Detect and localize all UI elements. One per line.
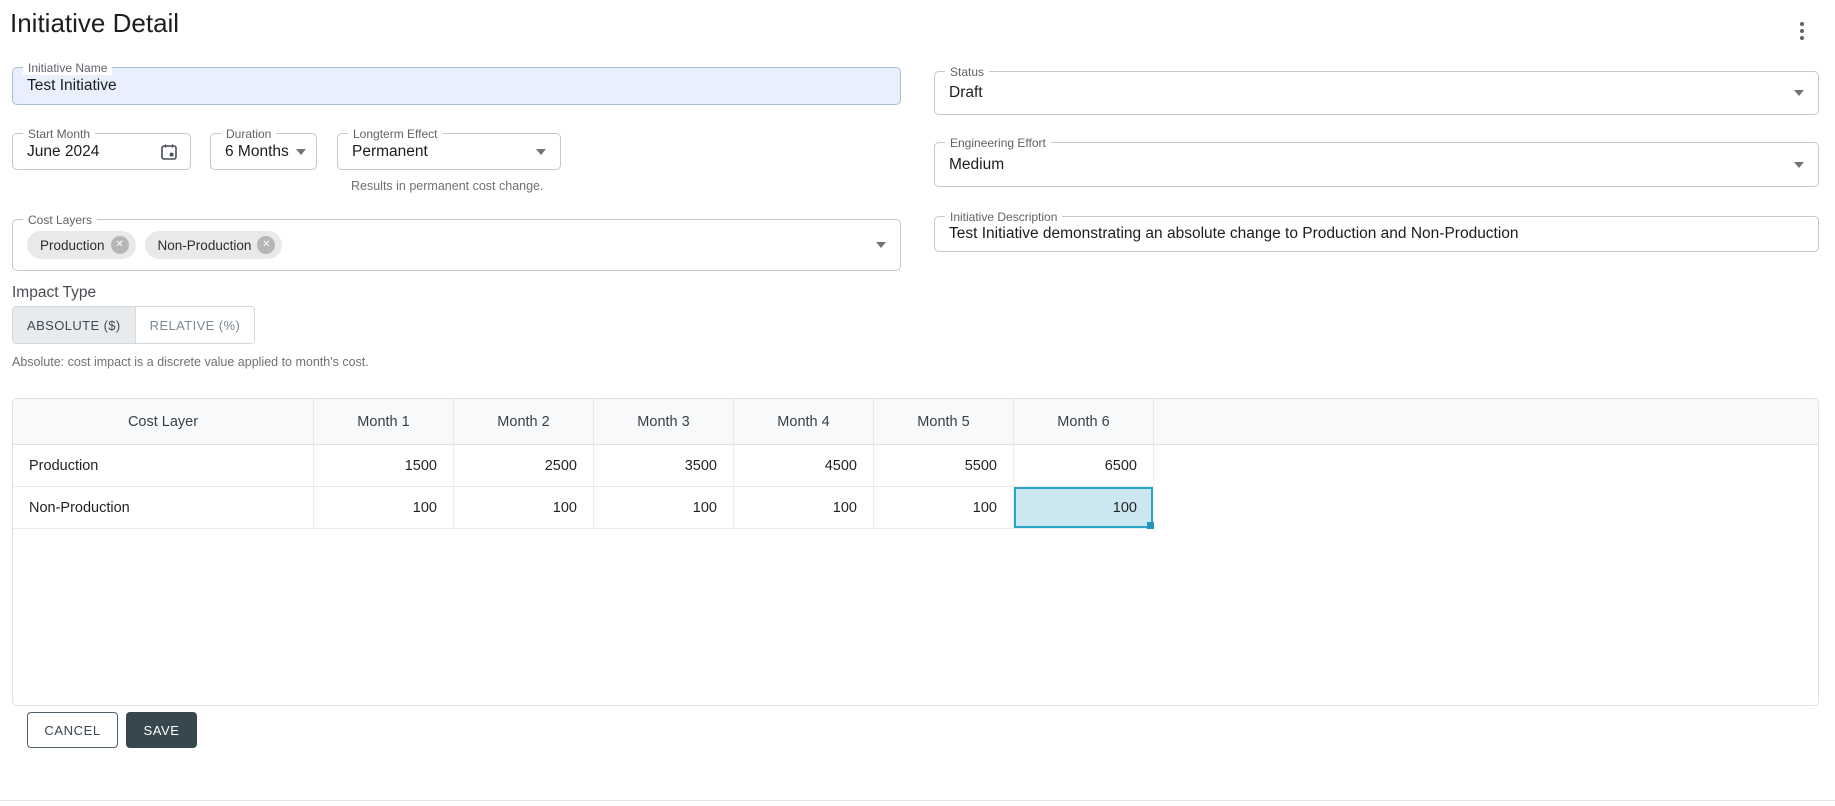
start-month-field[interactable]: Start Month June 2024 <box>12 127 191 170</box>
row-filler <box>1154 445 1818 487</box>
chip-production: Production ✕ <box>27 231 136 259</box>
impact-type-label: Impact Type <box>12 284 97 301</box>
chip-non-production-label: Non-Production <box>157 237 252 253</box>
cell-non-production-month-2[interactable]: 100 <box>454 487 594 529</box>
row-filler <box>1154 487 1818 529</box>
longterm-effect-value: Permanent <box>352 142 428 160</box>
cell-non-production-month-3[interactable]: 100 <box>594 487 734 529</box>
engineering-effort-value: Medium <box>949 155 1005 173</box>
chevron-down-icon <box>1794 90 1804 96</box>
longterm-effect-helper-text: Results in permanent cost change. <box>351 179 544 193</box>
impact-type-helper-text: Absolute: cost impact is a discrete valu… <box>12 355 369 369</box>
status-select[interactable]: Status Draft <box>934 65 1819 115</box>
column-header-filler <box>1154 399 1818 444</box>
cell-production-month-2[interactable]: 2500 <box>454 445 594 487</box>
cell-non-production-month-1[interactable]: 100 <box>314 487 454 529</box>
more-options-button[interactable] <box>1788 16 1816 46</box>
cell-non-production-month-4[interactable]: 100 <box>734 487 874 529</box>
chip-remove-icon[interactable]: ✕ <box>110 236 129 254</box>
calendar-icon[interactable] <box>159 142 179 167</box>
cell-non-production-month-5[interactable]: 100 <box>874 487 1014 529</box>
initiative-description-input[interactable] <box>935 217 1818 251</box>
table-row-production: Production 1500 2500 3500 4500 5500 6500 <box>13 445 1818 487</box>
cost-layers-multiselect[interactable]: Cost Layers Production ✕ Non-Production … <box>12 213 901 271</box>
column-header-cost-layer: Cost Layer <box>13 399 314 444</box>
cancel-button[interactable]: CANCEL <box>27 712 118 748</box>
engineering-effort-select[interactable]: Engineering Effort Medium <box>934 136 1819 187</box>
initiative-name-field[interactable]: Initiative Name <box>12 61 901 105</box>
impact-type-relative-button[interactable]: RELATIVE (%) <box>135 307 255 343</box>
row-label-non-production: Non-Production <box>13 487 314 529</box>
duration-select[interactable]: Duration 6 Months <box>210 127 317 170</box>
column-header-month-4: Month 4 <box>734 399 874 444</box>
chevron-down-icon <box>296 148 306 155</box>
chip-remove-icon[interactable]: ✕ <box>257 236 276 254</box>
column-header-month-3: Month 3 <box>594 399 734 444</box>
cell-production-month-4[interactable]: 4500 <box>734 445 874 487</box>
column-header-month-6: Month 6 <box>1014 399 1154 444</box>
row-label-production: Production <box>13 445 314 487</box>
column-header-month-5: Month 5 <box>874 399 1014 444</box>
column-header-month-2: Month 2 <box>454 399 594 444</box>
chevron-down-icon <box>536 148 546 155</box>
table-header-row: Cost Layer Month 1 Month 2 Month 3 Month… <box>13 399 1818 445</box>
start-month-value: June 2024 <box>27 142 100 160</box>
chevron-down-icon <box>876 242 886 248</box>
cost-impact-table: Cost Layer Month 1 Month 2 Month 3 Month… <box>12 398 1819 706</box>
status-value: Draft <box>949 84 983 101</box>
column-header-month-1: Month 1 <box>314 399 454 444</box>
longterm-effect-select[interactable]: Longterm Effect Permanent <box>337 127 561 170</box>
cost-layers-chips: Production ✕ Non-Production ✕ <box>27 220 283 270</box>
initiative-detail-page: Initiative Detail Initiative Name Status… <box>0 0 1835 806</box>
chip-production-label: Production <box>40 237 105 253</box>
initiative-name-input[interactable] <box>13 68 900 104</box>
impact-type-toggle: ABSOLUTE ($) RELATIVE (%) <box>12 306 256 344</box>
initiative-description-field[interactable]: Initiative Description <box>934 210 1819 252</box>
cell-production-month-6[interactable]: 6500 <box>1014 445 1154 487</box>
chip-non-production: Non-Production ✕ <box>144 231 283 259</box>
cell-production-month-1[interactable]: 1500 <box>314 445 454 487</box>
chevron-down-icon <box>1794 161 1804 168</box>
bottom-divider <box>0 800 1835 801</box>
duration-value: 6 Months <box>225 142 289 160</box>
save-button[interactable]: SAVE <box>126 712 197 748</box>
cell-production-month-3[interactable]: 3500 <box>594 445 734 487</box>
table-row-non-production: Non-Production 100 100 100 100 100 100 <box>13 487 1818 529</box>
cell-non-production-month-6-selected[interactable]: 100 <box>1014 487 1154 529</box>
impact-type-absolute-button[interactable]: ABSOLUTE ($) <box>13 307 136 343</box>
page-title: Initiative Detail <box>10 8 180 38</box>
cell-production-month-5[interactable]: 5500 <box>874 445 1014 487</box>
